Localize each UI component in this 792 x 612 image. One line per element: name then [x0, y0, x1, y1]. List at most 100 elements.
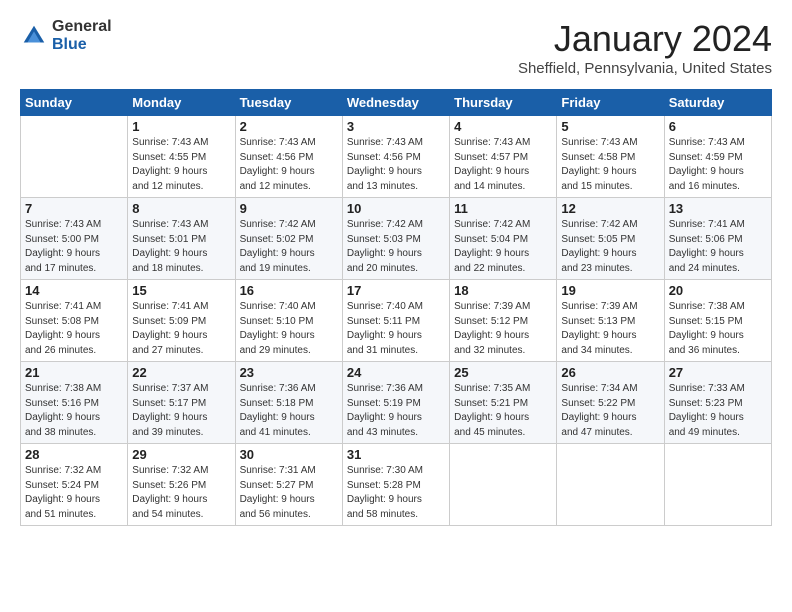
day-number: 15	[132, 283, 230, 298]
day-cell: 29Sunrise: 7:32 AMSunset: 5:26 PMDayligh…	[128, 444, 235, 526]
day-info: Sunrise: 7:42 AMSunset: 5:03 PMDaylight:…	[347, 218, 445, 276]
day-info: Sunrise: 7:41 AMSunset: 5:06 PMDaylight:…	[669, 218, 767, 276]
day-cell	[21, 116, 128, 198]
day-number: 9	[240, 201, 338, 216]
logo: General Blue	[20, 18, 112, 53]
day-info: Sunrise: 7:39 AMSunset: 5:13 PMDaylight:…	[561, 300, 659, 358]
day-number: 3	[347, 119, 445, 134]
day-cell: 10 Sunrise: 7:42 AMSunset: 5:03 PMDayligh…	[342, 198, 449, 280]
day-info: Sunrise: 7:43 AMSunset: 5:00 PMDaylight:…	[25, 218, 123, 276]
title-block: January 2024 Sheffield, Pennsylvania, Un…	[518, 18, 772, 77]
day-info: Sunrise: 7:38 AMSunset: 5:16 PMDaylight:…	[25, 382, 123, 440]
week-row-3: 14 Sunrise: 7:41 AMSunset: 5:08 PMDayligh…	[21, 280, 772, 362]
day-number: 8	[132, 201, 230, 216]
day-cell: 9 Sunrise: 7:42 AMSunset: 5:02 PMDaylight…	[235, 198, 342, 280]
day-cell: 3 Sunrise: 7:43 AMSunset: 4:56 PMDaylight…	[342, 116, 449, 198]
calendar-table: Sunday Monday Tuesday Wednesday Thursday…	[20, 89, 772, 526]
header-tuesday: Tuesday	[235, 90, 342, 116]
day-cell	[450, 444, 557, 526]
day-info: Sunrise: 7:41 AMSunset: 5:08 PMDaylight:…	[25, 300, 123, 358]
day-cell: 16Sunrise: 7:40 AMSunset: 5:10 PMDayligh…	[235, 280, 342, 362]
week-row-4: 21 Sunrise: 7:38 AMSunset: 5:16 PMDayligh…	[21, 362, 772, 444]
day-cell: 12 Sunrise: 7:42 AMSunset: 5:05 PMDayligh…	[557, 198, 664, 280]
day-number: 23	[240, 365, 338, 380]
day-cell: 27 Sunrise: 7:33 AMSunset: 5:23 PMDayligh…	[664, 362, 771, 444]
day-cell	[557, 444, 664, 526]
day-cell: 19Sunrise: 7:39 AMSunset: 5:13 PMDayligh…	[557, 280, 664, 362]
day-number: 30	[240, 447, 338, 462]
day-info: Sunrise: 7:43 AMSunset: 4:55 PMDaylight:…	[132, 136, 230, 194]
day-info: Sunrise: 7:42 AMSunset: 5:04 PMDaylight:…	[454, 218, 552, 276]
day-info: Sunrise: 7:41 AMSunset: 5:09 PMDaylight:…	[132, 300, 230, 358]
day-info: Sunrise: 7:33 AMSunset: 5:23 PMDaylight:…	[669, 382, 767, 440]
header-row: Sunday Monday Tuesday Wednesday Thursday…	[21, 90, 772, 116]
day-info: Sunrise: 7:32 AMSunset: 5:26 PMDaylight:…	[132, 464, 230, 522]
week-row-2: 7 Sunrise: 7:43 AMSunset: 5:00 PMDaylight…	[21, 198, 772, 280]
day-number: 12	[561, 201, 659, 216]
day-info: Sunrise: 7:43 AMSunset: 4:57 PMDaylight:…	[454, 136, 552, 194]
day-number: 4	[454, 119, 552, 134]
day-number: 10	[347, 201, 445, 216]
day-number: 22	[132, 365, 230, 380]
calendar-body: 1Sunrise: 7:43 AMSunset: 4:55 PMDaylight…	[21, 116, 772, 526]
logo-general: General	[52, 18, 112, 36]
day-cell: 6 Sunrise: 7:43 AMSunset: 4:59 PMDaylight…	[664, 116, 771, 198]
day-number: 2	[240, 119, 338, 134]
day-cell: 1Sunrise: 7:43 AMSunset: 4:55 PMDaylight…	[128, 116, 235, 198]
day-info: Sunrise: 7:42 AMSunset: 5:02 PMDaylight:…	[240, 218, 338, 276]
day-cell: 14 Sunrise: 7:41 AMSunset: 5:08 PMDayligh…	[21, 280, 128, 362]
day-cell: 18Sunrise: 7:39 AMSunset: 5:12 PMDayligh…	[450, 280, 557, 362]
header: General Blue January 2024 Sheffield, Pen…	[20, 18, 772, 77]
day-cell: 28Sunrise: 7:32 AMSunset: 5:24 PMDayligh…	[21, 444, 128, 526]
day-cell: 15 Sunrise: 7:41 AMSunset: 5:09 PMDayligh…	[128, 280, 235, 362]
day-cell: 30 Sunrise: 7:31 AMSunset: 5:27 PMDayligh…	[235, 444, 342, 526]
day-number: 31	[347, 447, 445, 462]
day-cell: 2 Sunrise: 7:43 AMSunset: 4:56 PMDaylight…	[235, 116, 342, 198]
day-cell: 25 Sunrise: 7:35 AMSunset: 5:21 PMDayligh…	[450, 362, 557, 444]
week-row-5: 28Sunrise: 7:32 AMSunset: 5:24 PMDayligh…	[21, 444, 772, 526]
day-info: Sunrise: 7:31 AMSunset: 5:27 PMDaylight:…	[240, 464, 338, 522]
day-number: 18	[454, 283, 552, 298]
header-wednesday: Wednesday	[342, 90, 449, 116]
header-monday: Monday	[128, 90, 235, 116]
day-info: Sunrise: 7:38 AMSunset: 5:15 PMDaylight:…	[669, 300, 767, 358]
day-info: Sunrise: 7:35 AMSunset: 5:21 PMDaylight:…	[454, 382, 552, 440]
day-info: Sunrise: 7:32 AMSunset: 5:24 PMDaylight:…	[25, 464, 123, 522]
calendar-title: January 2024	[518, 18, 772, 60]
day-info: Sunrise: 7:43 AMSunset: 4:59 PMDaylight:…	[669, 136, 767, 194]
day-info: Sunrise: 7:36 AMSunset: 5:19 PMDaylight:…	[347, 382, 445, 440]
day-number: 27	[669, 365, 767, 380]
day-cell: 11 Sunrise: 7:42 AMSunset: 5:04 PMDayligh…	[450, 198, 557, 280]
day-cell: 23Sunrise: 7:36 AMSunset: 5:18 PMDayligh…	[235, 362, 342, 444]
header-thursday: Thursday	[450, 90, 557, 116]
day-cell: 20Sunrise: 7:38 AMSunset: 5:15 PMDayligh…	[664, 280, 771, 362]
header-saturday: Saturday	[664, 90, 771, 116]
header-sunday: Sunday	[21, 90, 128, 116]
day-cell: 5Sunrise: 7:43 AMSunset: 4:58 PMDaylight…	[557, 116, 664, 198]
day-cell: 4 Sunrise: 7:43 AMSunset: 4:57 PMDaylight…	[450, 116, 557, 198]
day-info: Sunrise: 7:42 AMSunset: 5:05 PMDaylight:…	[561, 218, 659, 276]
day-info: Sunrise: 7:43 AMSunset: 4:56 PMDaylight:…	[347, 136, 445, 194]
day-number: 6	[669, 119, 767, 134]
day-info: Sunrise: 7:43 AMSunset: 4:56 PMDaylight:…	[240, 136, 338, 194]
calendar-header: Sunday Monday Tuesday Wednesday Thursday…	[21, 90, 772, 116]
day-cell: 22 Sunrise: 7:37 AMSunset: 5:17 PMDayligh…	[128, 362, 235, 444]
day-info: Sunrise: 7:40 AMSunset: 5:10 PMDaylight:…	[240, 300, 338, 358]
day-cell: 17Sunrise: 7:40 AMSunset: 5:11 PMDayligh…	[342, 280, 449, 362]
day-number: 21	[25, 365, 123, 380]
day-info: Sunrise: 7:43 AMSunset: 5:01 PMDaylight:…	[132, 218, 230, 276]
day-number: 25	[454, 365, 552, 380]
day-cell: 26Sunrise: 7:34 AMSunset: 5:22 PMDayligh…	[557, 362, 664, 444]
logo-text: General Blue	[52, 18, 112, 53]
day-cell: 31Sunrise: 7:30 AMSunset: 5:28 PMDayligh…	[342, 444, 449, 526]
header-friday: Friday	[557, 90, 664, 116]
day-number: 17	[347, 283, 445, 298]
day-info: Sunrise: 7:37 AMSunset: 5:17 PMDaylight:…	[132, 382, 230, 440]
day-number: 14	[25, 283, 123, 298]
day-number: 11	[454, 201, 552, 216]
day-number: 7	[25, 201, 123, 216]
day-number: 26	[561, 365, 659, 380]
day-info: Sunrise: 7:43 AMSunset: 4:58 PMDaylight:…	[561, 136, 659, 194]
week-row-1: 1Sunrise: 7:43 AMSunset: 4:55 PMDaylight…	[21, 116, 772, 198]
day-cell: 8 Sunrise: 7:43 AMSunset: 5:01 PMDaylight…	[128, 198, 235, 280]
